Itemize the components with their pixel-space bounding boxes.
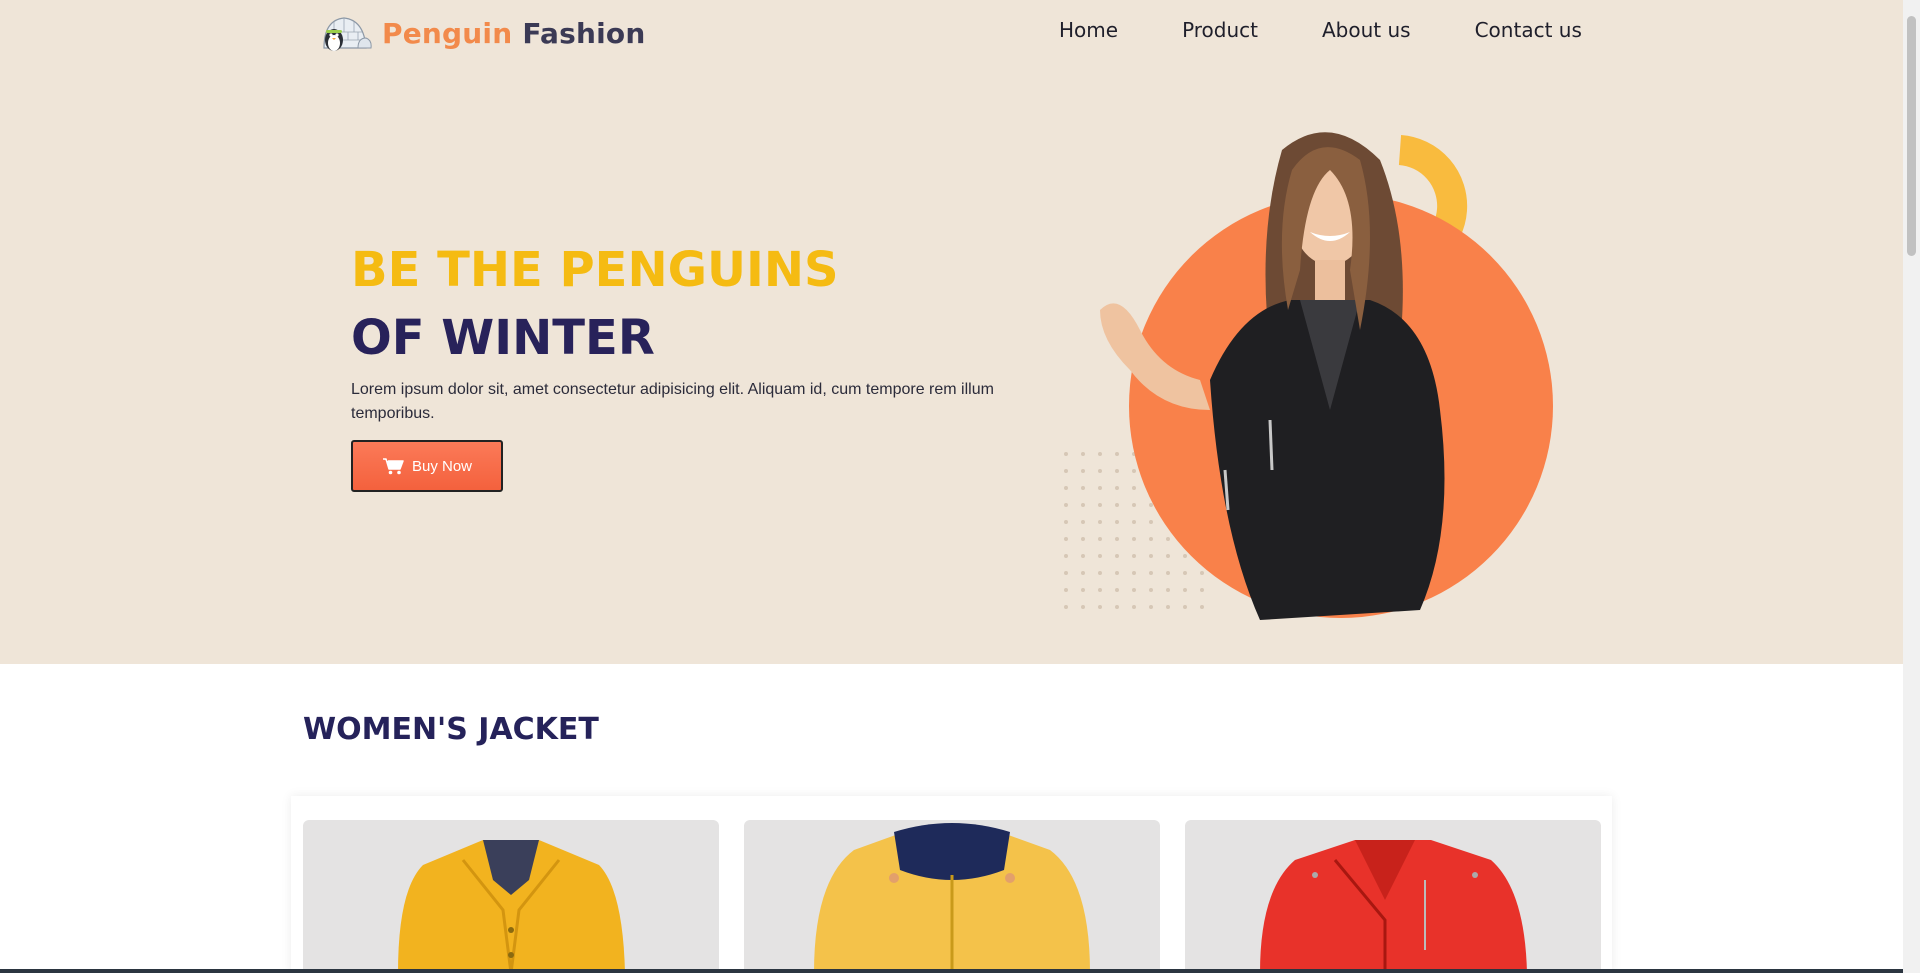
hero-headline-line2: OF WINTER [351,310,655,366]
brand-logo[interactable]: Penguin Fashion [314,12,645,54]
product-card[interactable] [303,820,719,973]
bottom-edge-bar [0,969,1903,973]
buy-now-button[interactable]: Buy Now [351,440,503,492]
red-leather-jacket-image [1260,840,1527,973]
top-navigation: Penguin Fashion Home Product About us Co… [0,0,1903,64]
hero-description: Lorem ipsum dolor sit, amet consectetur … [351,381,994,422]
yellow-hooded-jacket-image [814,823,1090,973]
buy-now-label: Buy Now [411,457,473,475]
hero-headline-line1: BE THE PENGUINS [351,242,839,298]
hero-model-image [1064,132,1553,620]
cart-icon [382,458,404,475]
product-card[interactable] [744,820,1160,973]
hero-section: Penguin Fashion Home Product About us Co… [0,0,1903,664]
brand-name-part1: Penguin [382,16,513,50]
brand-name-part2: Fashion [522,16,646,50]
nav-contact-link[interactable]: Contact us [1475,18,1582,42]
nav-about-link[interactable]: About us [1322,18,1411,42]
main-menu: Home Product About us Contact us [1059,18,1582,42]
penguin-igloo-logo-icon [323,17,372,51]
brand-name: Penguin Fashion [382,17,645,50]
vertical-scrollbar[interactable] [1903,0,1920,973]
product-card[interactable] [1185,820,1601,973]
nav-product-link[interactable]: Product [1182,18,1258,42]
section-title: WOMEN'S JACKET [303,712,599,747]
nav-home-link[interactable]: Home [1059,18,1118,42]
scrollbar-thumb[interactable] [1907,16,1916,256]
yellow-coat-image [398,840,625,973]
